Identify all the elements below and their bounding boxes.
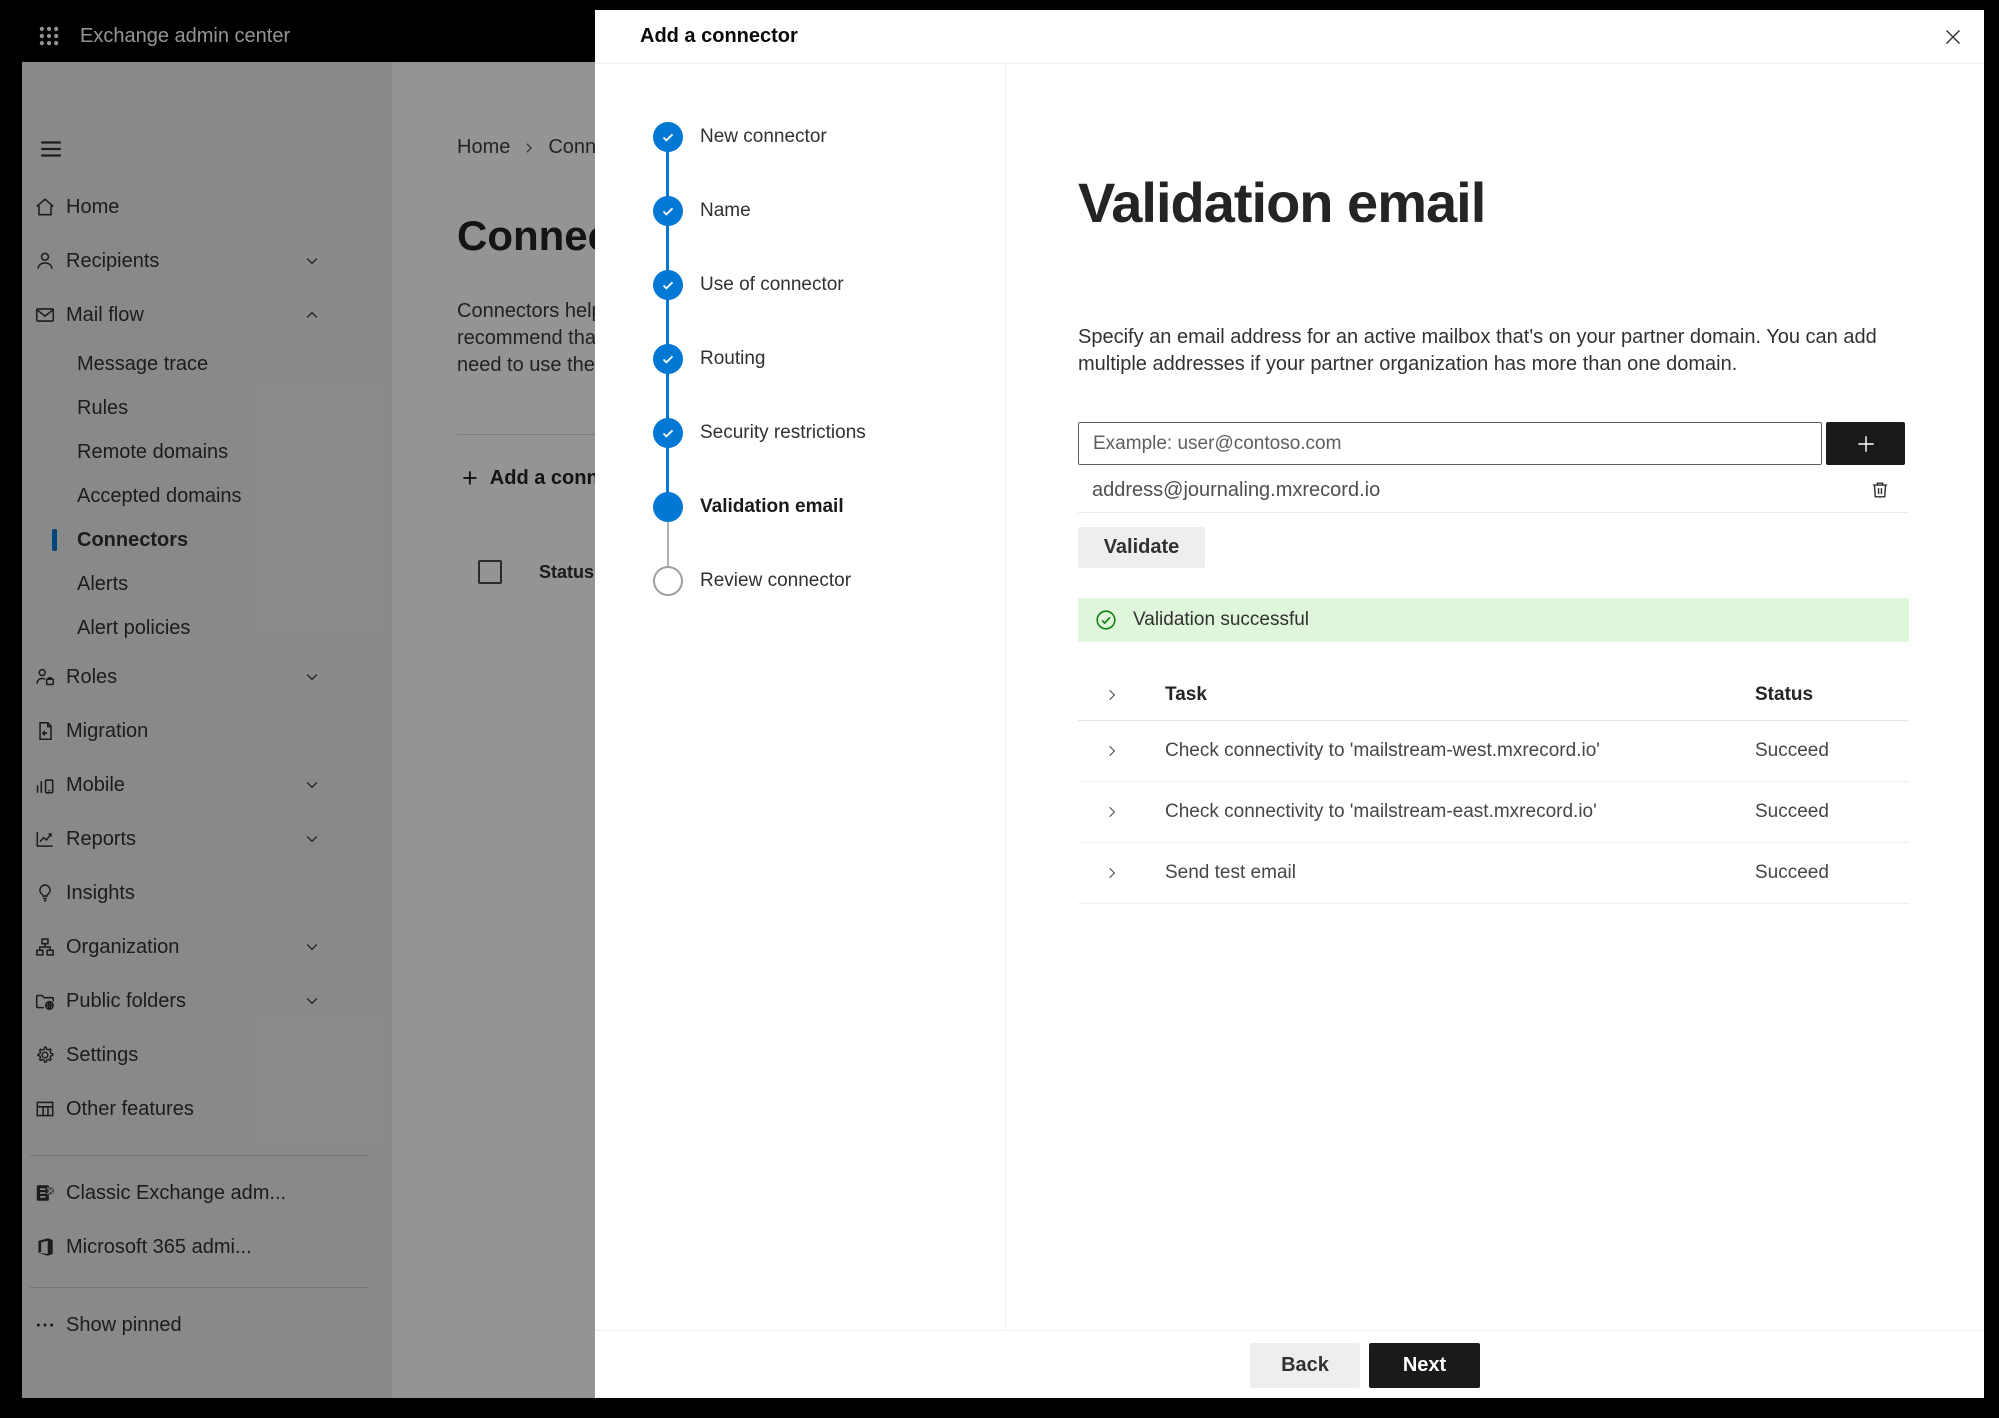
app-window: Exchange admin center Home Recipients Ma… — [22, 10, 1984, 1398]
validation-email-heading: Validation email — [1078, 171, 1486, 234]
step-complete-icon — [653, 270, 683, 300]
status-cell: Succeed — [1755, 862, 1829, 883]
added-address-row: address@journaling.mxrecord.io — [1078, 468, 1909, 512]
email-address-input[interactable] — [1078, 422, 1822, 465]
wizard-step-review-connector[interactable]: Review connector — [653, 559, 851, 603]
success-message: Validation successful — [1133, 609, 1310, 630]
validation-email-description: Specify an email address for an active m… — [1078, 326, 1877, 375]
wizard-step-use-of-connector[interactable]: Use of connector — [653, 263, 844, 307]
step-todo-icon — [653, 566, 683, 596]
expand-row-chevron-icon[interactable] — [1104, 804, 1120, 820]
expand-all-chevron-icon[interactable] — [1104, 687, 1120, 703]
step-complete-icon — [653, 196, 683, 226]
add-connector-dialog: Add a connector New connector Name Use o… — [595, 10, 1984, 1398]
expand-row-chevron-icon[interactable] — [1104, 865, 1120, 881]
success-check-icon — [1095, 609, 1117, 631]
validate-button[interactable]: Validate — [1078, 527, 1205, 568]
validation-success-banner: Validation successful — [1078, 598, 1909, 642]
task-column-header: Task — [1165, 684, 1207, 705]
validation-tasks-table: Task Status Check connectivity to 'mails… — [1078, 670, 1909, 904]
task-cell: Send test email — [1165, 862, 1296, 883]
wizard-step-new-connector[interactable]: New connector — [653, 115, 827, 159]
status-cell: Succeed — [1755, 740, 1829, 761]
task-cell: Check connectivity to 'mailstream-west.m… — [1165, 740, 1600, 761]
table-row: Send test email Succeed — [1078, 843, 1909, 904]
back-button[interactable]: Back — [1250, 1343, 1360, 1388]
added-address: address@journaling.mxrecord.io — [1092, 478, 1381, 501]
wizard-step-security-restrictions[interactable]: Security restrictions — [653, 411, 866, 455]
table-header-row: Task Status — [1078, 670, 1909, 721]
wizard-panel-divider — [1005, 64, 1006, 1330]
task-cell: Check connectivity to 'mailstream-east.m… — [1165, 801, 1597, 822]
wizard-step-validation-email[interactable]: Validation email — [653, 485, 844, 529]
dialog-title: Add a connector — [640, 25, 798, 47]
expand-row-chevron-icon[interactable] — [1104, 743, 1120, 759]
step-current-icon — [653, 492, 683, 522]
step-complete-icon — [653, 344, 683, 374]
status-column-header: Status — [1755, 684, 1814, 705]
table-row: Check connectivity to 'mailstream-east.m… — [1078, 782, 1909, 843]
step-complete-icon — [653, 418, 683, 448]
step-complete-icon — [653, 122, 683, 152]
wizard-step-name[interactable]: Name — [653, 189, 751, 233]
status-cell: Succeed — [1755, 801, 1829, 822]
address-list-divider — [1078, 512, 1909, 513]
close-icon[interactable] — [1936, 20, 1970, 54]
table-row: Check connectivity to 'mailstream-west.m… — [1078, 721, 1909, 782]
next-button[interactable]: Next — [1369, 1343, 1480, 1388]
delete-address-trash-icon[interactable] — [1869, 479, 1891, 501]
add-address-button[interactable] — [1826, 422, 1905, 465]
dialog-footer-divider — [595, 1330, 1984, 1331]
dialog-header-divider — [595, 63, 1984, 64]
wizard-step-routing[interactable]: Routing — [653, 337, 766, 381]
